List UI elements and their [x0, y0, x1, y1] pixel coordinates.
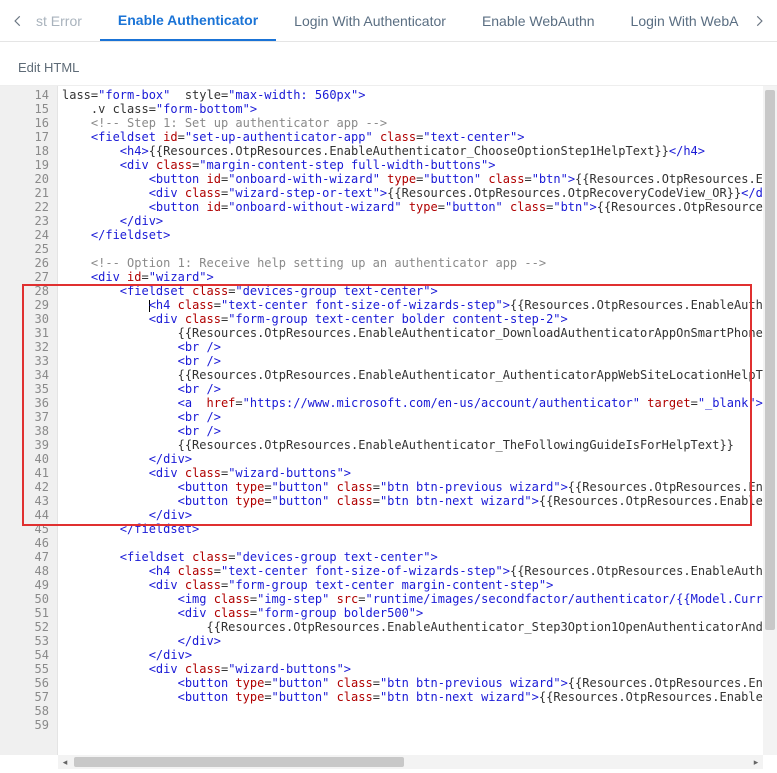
line-number-gutter: 14▾15▾161718192021222324252627▾282930313… [0, 86, 58, 755]
hscroll-left-arrow[interactable]: ◂ [58, 755, 72, 769]
tab-scroll-left[interactable] [4, 0, 32, 41]
tab-scroll-right[interactable] [745, 0, 773, 41]
tab-enable-authenticator[interactable]: Enable Authenticator [100, 0, 276, 41]
code-editor[interactable]: 14▾15▾161718192021222324252627▾282930313… [0, 85, 777, 769]
section-label: Edit HTML [0, 42, 777, 85]
tabs-bar: st Error Enable Authenticator Login With… [0, 0, 777, 42]
hscroll-right-arrow[interactable]: ▸ [749, 755, 763, 769]
code-viewport[interactable]: lass="form-box" style="max-width: 560px"… [58, 86, 777, 756]
tabs: st Error Enable Authenticator Login With… [32, 0, 745, 41]
code-content[interactable]: lass="form-box" style="max-width: 560px"… [58, 86, 777, 734]
chevron-left-icon [11, 14, 25, 28]
tab-clipped-left[interactable]: st Error [32, 0, 100, 41]
horizontal-scrollbar-thumb[interactable] [74, 757, 404, 767]
vertical-scrollbar[interactable] [763, 86, 777, 755]
chevron-right-icon [752, 14, 766, 28]
horizontal-scrollbar[interactable]: ◂ ▸ [58, 755, 763, 769]
tab-login-with-authenticator[interactable]: Login With Authenticator [276, 0, 464, 41]
vertical-scrollbar-thumb[interactable] [765, 90, 775, 630]
tab-clipped-right[interactable]: Login With WebA [613, 0, 739, 41]
tab-enable-webauthn[interactable]: Enable WebAuthn [464, 0, 613, 41]
